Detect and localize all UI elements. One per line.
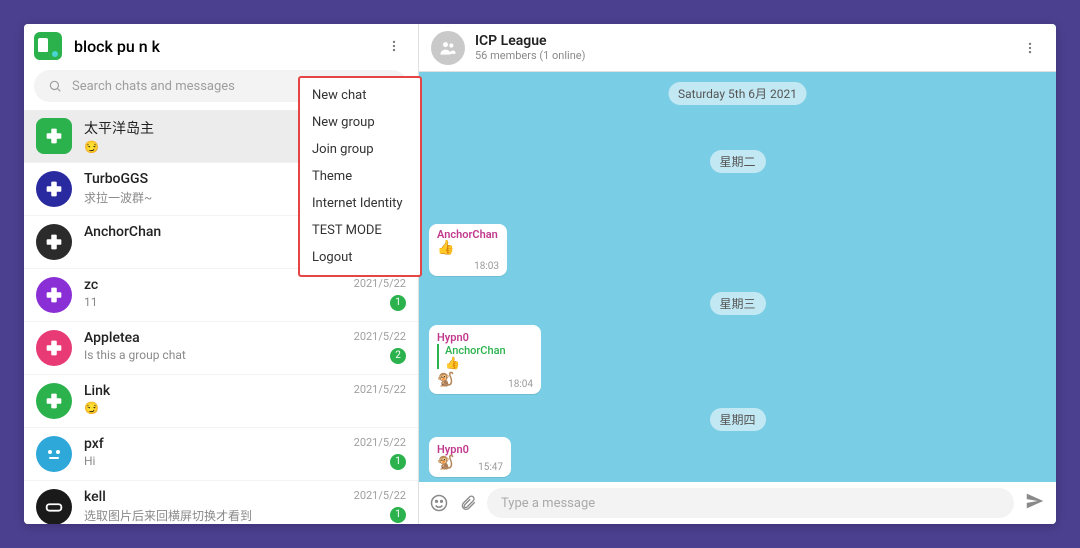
conversation-more-button[interactable] [1016, 34, 1044, 62]
chat-avatar [36, 171, 72, 207]
app-title: block pu n k [74, 37, 380, 56]
smile-icon [429, 493, 449, 513]
sidebar-header: block pu n k [24, 24, 418, 66]
unread-badge: 2 [390, 348, 406, 364]
menu-item[interactable]: New chat [300, 82, 420, 109]
message-time: 18:03 [474, 261, 499, 272]
send-button[interactable] [1024, 490, 1046, 516]
sidebar-more-button[interactable] [380, 32, 408, 60]
message-body: 🐒 [437, 455, 454, 471]
date-banner: Saturday 5th 6月 2021 [668, 82, 807, 105]
message-area: Saturday 5th 6月 2021 星期二 AnchorChan 👍 18… [419, 72, 1056, 482]
message-bubble[interactable]: AnchorChan 👍 18:03 [429, 224, 507, 276]
chat-time: 2021/5/22 [354, 330, 406, 343]
chat-preview: Is this a group chat [84, 348, 348, 362]
chat-body: Link 😏 [84, 383, 348, 415]
chat-body: kell 选取图片后来回横屏切换才看到 [84, 489, 348, 524]
chat-time: 2021/5/22 [354, 277, 406, 290]
composer [419, 482, 1056, 524]
chat-meta: 2021/5/22 1 [354, 489, 406, 523]
chat-time: 2021/5/22 [354, 436, 406, 449]
chat-list-item[interactable]: Link 😏 2021/5/22 [24, 375, 418, 428]
chat-preview: Hi [84, 454, 348, 468]
message-body: 👍 [437, 240, 454, 256]
app-shell: block pu n k 太平洋岛主😏20TurboGGS求拉一波群~20Anc… [24, 24, 1056, 524]
app-menu: New chatNew groupJoin groupThemeInternet… [298, 76, 422, 277]
chat-avatar [36, 489, 72, 524]
more-vertical-icon [387, 39, 401, 53]
message-author: Hypn0 [437, 331, 533, 344]
group-avatar[interactable] [431, 31, 465, 65]
chat-body: Appletea Is this a group chat [84, 330, 348, 362]
message-quote: AnchorChan 👍 [437, 344, 533, 369]
group-subtitle: 56 members (1 online) [475, 49, 1016, 62]
chat-body: zc 11 [84, 277, 348, 309]
paperclip-icon [459, 494, 477, 512]
chat-meta: 2021/5/22 1 [354, 436, 406, 470]
message-input[interactable] [487, 488, 1014, 518]
app-logo[interactable] [34, 32, 62, 60]
message-body: 🐒 [437, 372, 454, 388]
chat-name: zc [84, 277, 348, 293]
unread-badge: 1 [390, 507, 406, 523]
group-title: ICP League [475, 33, 1016, 49]
message-bubble[interactable]: Hypn0 AnchorChan 👍 🐒 18:04 [429, 325, 541, 394]
menu-item[interactable]: Internet Identity [300, 190, 420, 217]
unread-badge: 1 [390, 295, 406, 311]
menu-item[interactable]: Theme [300, 163, 420, 190]
day-chip-3: 星期四 [709, 408, 765, 431]
chat-preview: 😏 [84, 401, 348, 415]
chat-time: 2021/5/22 [354, 489, 406, 502]
chat-avatar [36, 118, 72, 154]
menu-item[interactable]: Logout [300, 244, 420, 271]
chat-name: pxf [84, 436, 348, 452]
conversation-header: ICP League 56 members (1 online) [419, 24, 1056, 72]
day-chip-2: 星期三 [709, 292, 765, 315]
chat-name: Link [84, 383, 348, 399]
quote-body: 👍 [445, 357, 533, 369]
unread-badge: 1 [390, 454, 406, 470]
chat-body: pxf Hi [84, 436, 348, 468]
chat-list-item[interactable]: pxf Hi 2021/5/22 1 [24, 428, 418, 481]
message-time: 15:47 [478, 462, 503, 473]
chat-list-item[interactable]: Appletea Is this a group chat 2021/5/22 2 [24, 322, 418, 375]
emoji-picker-button[interactable] [429, 493, 449, 513]
chat-time: 2021/5/22 [354, 383, 406, 396]
menu-item[interactable]: Join group [300, 136, 420, 163]
message-time: 18:04 [508, 379, 533, 390]
menu-item[interactable]: TEST MODE [300, 217, 420, 244]
day-chip-1: 星期二 [709, 150, 765, 173]
conversation-pane: ICP League 56 members (1 online) Saturda… [419, 24, 1056, 524]
more-vertical-icon [1023, 41, 1037, 55]
chat-preview: 选取图片后来回横屏切换才看到 [84, 507, 348, 524]
group-info[interactable]: ICP League 56 members (1 online) [475, 33, 1016, 62]
search-icon [48, 79, 62, 93]
chat-avatar [36, 330, 72, 366]
chat-meta: 2021/5/22 [354, 383, 406, 396]
chat-avatar [36, 436, 72, 472]
chat-name: Appletea [84, 330, 348, 346]
menu-item[interactable]: New group [300, 109, 420, 136]
chat-meta: 2021/5/22 1 [354, 277, 406, 311]
message-bubble[interactable]: Hypn0 🐒 15:47 [429, 437, 511, 477]
send-icon [1024, 490, 1046, 512]
chat-preview: 11 [84, 295, 348, 309]
chat-avatar [36, 224, 72, 260]
chat-avatar [36, 383, 72, 419]
chat-list-item[interactable]: kell 选取图片后来回横屏切换才看到 2021/5/22 1 [24, 481, 418, 524]
chat-avatar [36, 277, 72, 313]
group-icon [438, 38, 458, 58]
chat-name: kell [84, 489, 348, 505]
chat-meta: 2021/5/22 2 [354, 330, 406, 364]
attach-button[interactable] [459, 494, 477, 512]
